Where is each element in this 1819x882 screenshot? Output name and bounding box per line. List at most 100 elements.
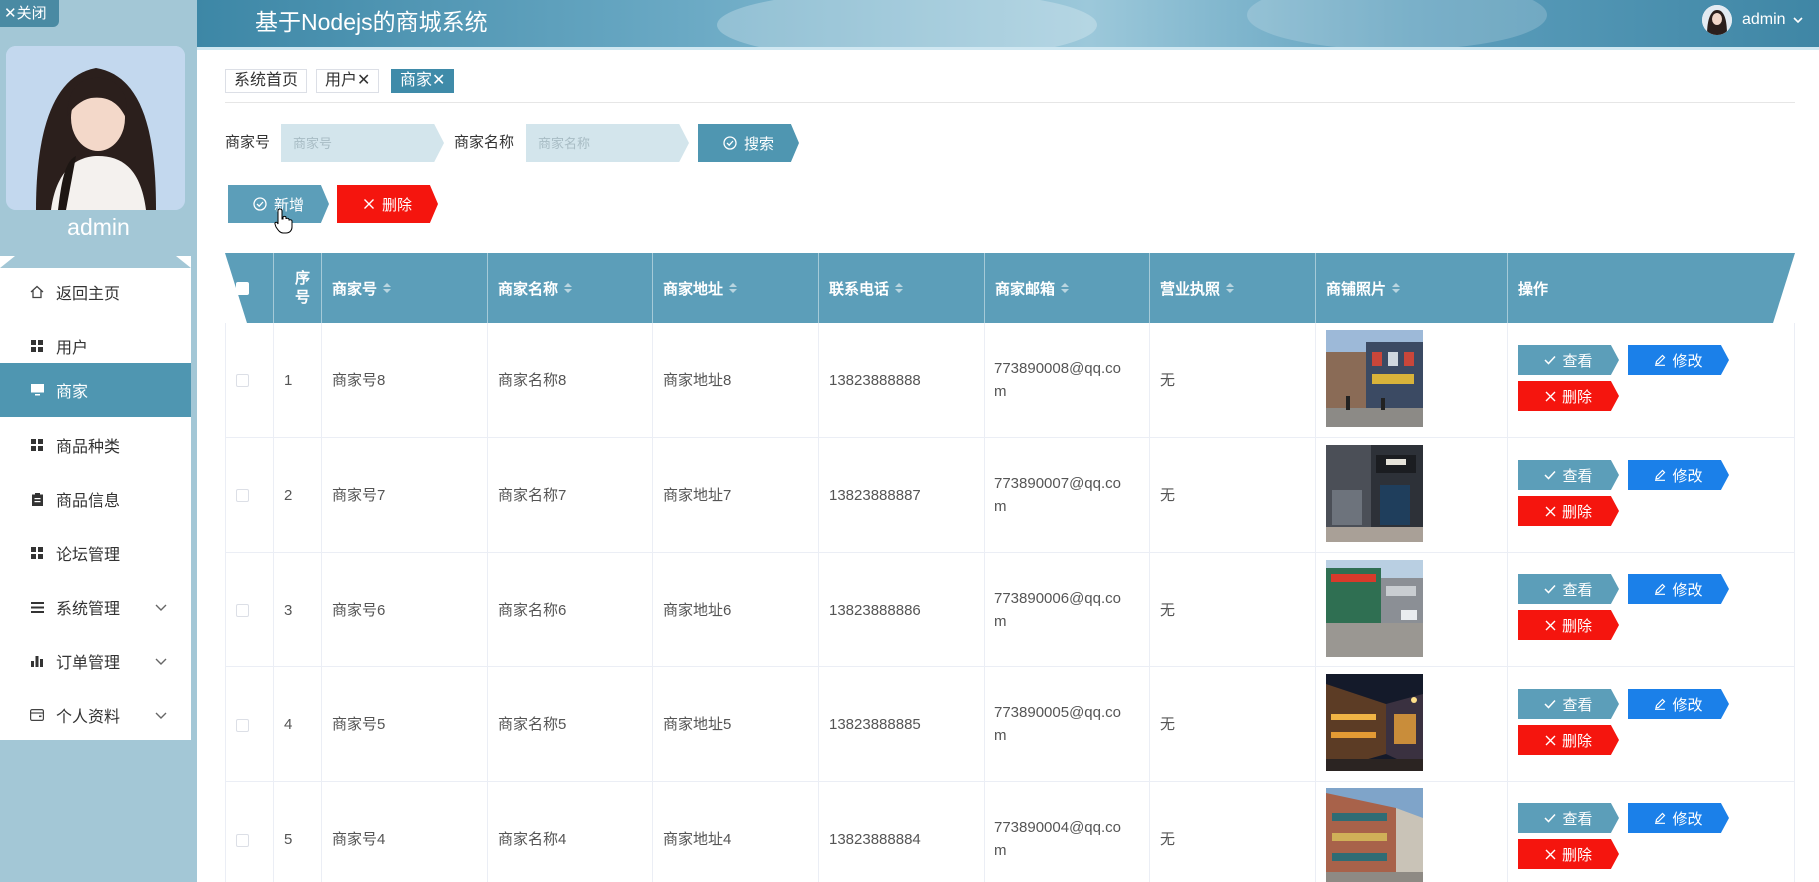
batch-delete-button[interactable]: 删除 [337,185,438,223]
cell-merchant-address: 商家地址4 [663,831,732,848]
view-button[interactable]: 查看 [1518,574,1619,604]
column-header-merchant-address[interactable]: 商家地址 [653,253,818,323]
column-divider [1794,323,1795,882]
tab-home[interactable]: 系统首页 [225,69,308,93]
sidebar-item-label: 个人资料 [56,709,121,726]
cell-license: 无 [1160,487,1176,504]
edit-pencil-icon [1654,469,1666,481]
edit-pencil-icon [1654,812,1666,824]
row-checkbox[interactable] [236,834,249,847]
edit-button[interactable]: 修改 [1628,345,1729,375]
sidebar-item-forum-management[interactable]: 论坛管理 [0,526,191,580]
merchant-no-input[interactable] [281,124,444,162]
sidebar-item-label: 订单管理 [56,655,121,672]
user-avatar [6,46,185,210]
row-checkbox[interactable] [236,489,249,502]
edit-button[interactable]: 修改 [1628,574,1729,604]
shop-photo[interactable] [1326,560,1423,657]
delete-button[interactable]: 删除 [1518,381,1619,411]
delete-button-label: 删除 [1561,732,1592,750]
column-header-index-char: 号 [294,289,310,306]
column-header-label: 商家邮箱 [995,280,1056,298]
sidebar-item-order-management[interactable]: 订单管理 [0,634,191,688]
close-sidebar-button[interactable]: ✕关闭 [0,0,59,27]
cell-merchant-name: 商家名称6 [498,602,567,619]
delete-button[interactable]: 删除 [1518,496,1619,526]
sidebar-item-system-management[interactable]: 系统管理 [0,580,191,634]
row-checkbox[interactable] [236,604,249,617]
column-header-email[interactable]: 商家邮箱 [985,253,1149,323]
column-header-shop-photo[interactable]: 商铺照片 [1316,253,1507,323]
sort-icon[interactable] [383,283,392,293]
close-icon [1545,849,1556,860]
chevron-down-icon [1792,14,1804,26]
view-button[interactable]: 查看 [1518,345,1619,375]
merchant-name-input[interactable] [526,124,689,162]
sidebar-item-profile[interactable]: 个人资料 [0,688,191,742]
view-button-label: 查看 [1562,810,1593,828]
chevron-down-icon [153,707,169,723]
cell-merchant-no: 商家号4 [332,831,386,848]
sidebar-item-label: 商家 [56,384,89,401]
sort-icon[interactable] [1226,283,1235,293]
edit-button[interactable]: 修改 [1628,689,1729,719]
shop-photo[interactable] [1326,788,1423,882]
sort-icon[interactable] [564,283,573,293]
view-button[interactable]: 查看 [1518,803,1619,833]
tab-users[interactable]: 用户✕ [316,69,380,93]
shop-photo[interactable] [1326,445,1423,542]
sort-icon[interactable] [895,283,904,293]
cell-email-line: m [994,842,1007,859]
cell-email-line: m [994,383,1007,400]
user-menu[interactable]: admin [1742,0,1804,40]
sidebar-item-home[interactable]: 返回主页 [0,265,191,319]
delete-button-label: 删除 [381,196,412,214]
cell-phone: 13823888886 [829,602,921,619]
cell-email-line: 773890005@qq.co [994,704,1122,721]
delete-button[interactable]: 删除 [1518,610,1619,640]
edit-button[interactable]: 修改 [1628,460,1729,490]
column-divider [225,323,226,882]
row-divider [225,666,1795,667]
sort-icon[interactable] [729,283,738,293]
view-button[interactable]: 查看 [1518,460,1619,490]
column-header-merchant-name[interactable]: 商家名称 [488,253,652,323]
select-all-checkbox[interactable] [236,282,249,295]
cell-merchant-no: 商家号5 [332,716,386,733]
cell-index: 1 [284,372,293,389]
view-button[interactable]: 查看 [1518,689,1619,719]
cell-merchant-name: 商家名称4 [498,831,567,848]
column-header-license[interactable]: 营业执照 [1150,253,1315,323]
cell-email: 773890004@qq.co m [994,816,1121,862]
shop-photo[interactable] [1326,330,1423,427]
header-avatar[interactable] [1702,5,1732,35]
cell-email: 773890005@qq.co m [994,701,1121,747]
sidebar-item-product-categories[interactable]: 商品种类 [0,418,191,472]
column-header-index: 序 号 [274,253,321,323]
column-divider [273,323,274,882]
shop-photo[interactable] [1326,674,1423,771]
row-checkbox[interactable] [236,374,249,387]
column-divider [487,323,488,882]
column-header-phone[interactable]: 联系电话 [819,253,984,323]
column-divider [1315,323,1316,882]
sort-icon[interactable] [1392,283,1401,293]
sidebar-item-product-info[interactable]: 商品信息 [0,472,191,526]
edit-button-label: 修改 [1672,810,1703,828]
search-button[interactable]: 搜索 [698,124,799,162]
row-checkbox[interactable] [236,719,249,732]
sort-icon[interactable] [1061,283,1070,293]
delete-button-label: 删除 [1561,846,1592,864]
merchant-no-label: 商家号 [225,134,271,151]
column-divider [1507,323,1508,882]
edit-button[interactable]: 修改 [1628,803,1729,833]
sidebar-item-merchants[interactable]: 商家 [0,363,191,417]
delete-button[interactable]: 删除 [1518,839,1619,869]
edit-button-label: 修改 [1672,467,1703,485]
column-header-merchant-no[interactable]: 商家号 [322,253,487,323]
column-header-label: 操作 [1518,280,1549,298]
top-header: 基于Nodejs的商城系统 admin [197,0,1819,50]
delete-button[interactable]: 删除 [1518,725,1619,755]
mouse-cursor-icon [274,208,294,234]
tab-merchants[interactable]: 商家✕ [391,69,455,93]
